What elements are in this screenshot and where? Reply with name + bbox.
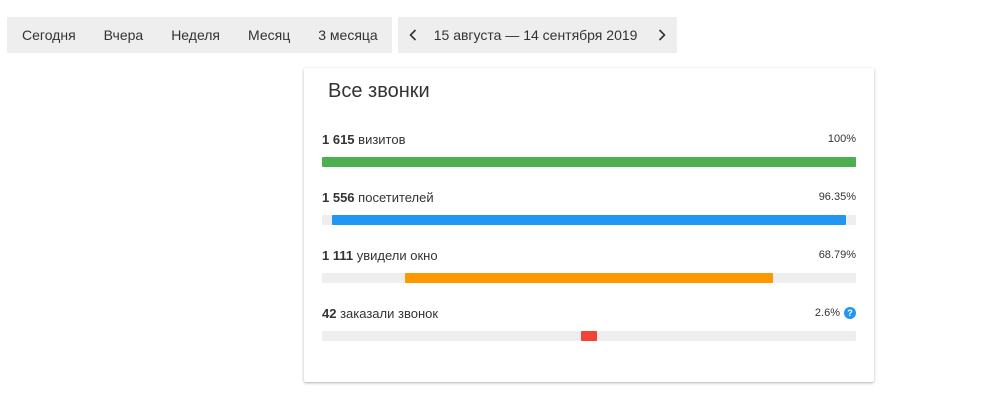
metric-visitors: 1 556 посетителей 96.35%	[322, 189, 856, 225]
metric-visits: 1 615 визитов 100%	[322, 131, 856, 167]
date-range-navigator: 15 августа — 14 сентября 2019	[397, 17, 678, 53]
metric-percent: 100%	[828, 133, 856, 145]
metric-count: 42	[322, 305, 337, 321]
metric-percent: 96.35%	[819, 191, 856, 203]
metric-percent-value: 68.79%	[818, 249, 856, 261]
period-selector: Сегодня Вчера Неделя Месяц 3 месяца	[7, 17, 392, 53]
metric-saw-window: 1 111 увидели окно 68.79%	[322, 247, 856, 283]
metric-text: посетителей	[358, 189, 434, 205]
chevron-right-icon	[659, 29, 667, 41]
metric-text: увидели окно	[356, 247, 438, 263]
metric-percent: 68.79%	[819, 249, 856, 261]
progress-fill	[405, 273, 773, 283]
prev-range-button[interactable]	[398, 17, 428, 53]
metric-percent-value: 100%	[827, 133, 856, 145]
metric-text: заказали звонок	[340, 305, 439, 321]
metric-count: 1 556	[322, 189, 355, 205]
metric-count: 1 615	[322, 131, 355, 147]
all-calls-card: Все звонки 1 615 визитов 100% 1 556 посе…	[304, 68, 874, 382]
metric-text: визитов	[358, 131, 406, 147]
period-3-months-button[interactable]: 3 месяца	[304, 17, 391, 53]
metric-percent-value: 96.35%	[818, 191, 856, 203]
progress-fill	[331, 215, 847, 225]
metric-percent: 2.6%?	[815, 307, 856, 319]
metric-label: 1 556 посетителей	[322, 190, 434, 205]
metric-label: 1 615 визитов	[322, 132, 406, 147]
period-week-button[interactable]: Неделя	[157, 17, 234, 53]
progress-track	[322, 331, 856, 341]
progress-fill	[580, 331, 597, 341]
period-month-button[interactable]: Месяц	[234, 17, 304, 53]
help-icon[interactable]: ?	[844, 307, 856, 319]
progress-fill	[322, 157, 856, 167]
progress-track	[322, 215, 856, 225]
period-yesterday-button[interactable]: Вчера	[90, 17, 158, 53]
metric-count: 1 111	[322, 247, 354, 263]
progress-track	[322, 157, 856, 167]
metric-label: 42 заказали звонок	[322, 306, 438, 321]
next-range-button[interactable]	[647, 17, 677, 53]
chevron-left-icon	[409, 29, 416, 41]
period-today-button[interactable]: Сегодня	[7, 17, 90, 53]
card-title: Все звонки	[328, 80, 430, 102]
date-toolbar: Сегодня Вчера Неделя Месяц 3 месяца 15 а…	[7, 17, 678, 53]
metric-ordered-call: 42 заказали звонок 2.6%?	[322, 305, 856, 341]
date-range-label[interactable]: 15 августа — 14 сентября 2019	[428, 17, 648, 53]
metric-label: 1 111 увидели окно	[322, 248, 438, 263]
progress-track	[322, 273, 856, 283]
metric-percent-value: 2.6%	[814, 307, 840, 319]
